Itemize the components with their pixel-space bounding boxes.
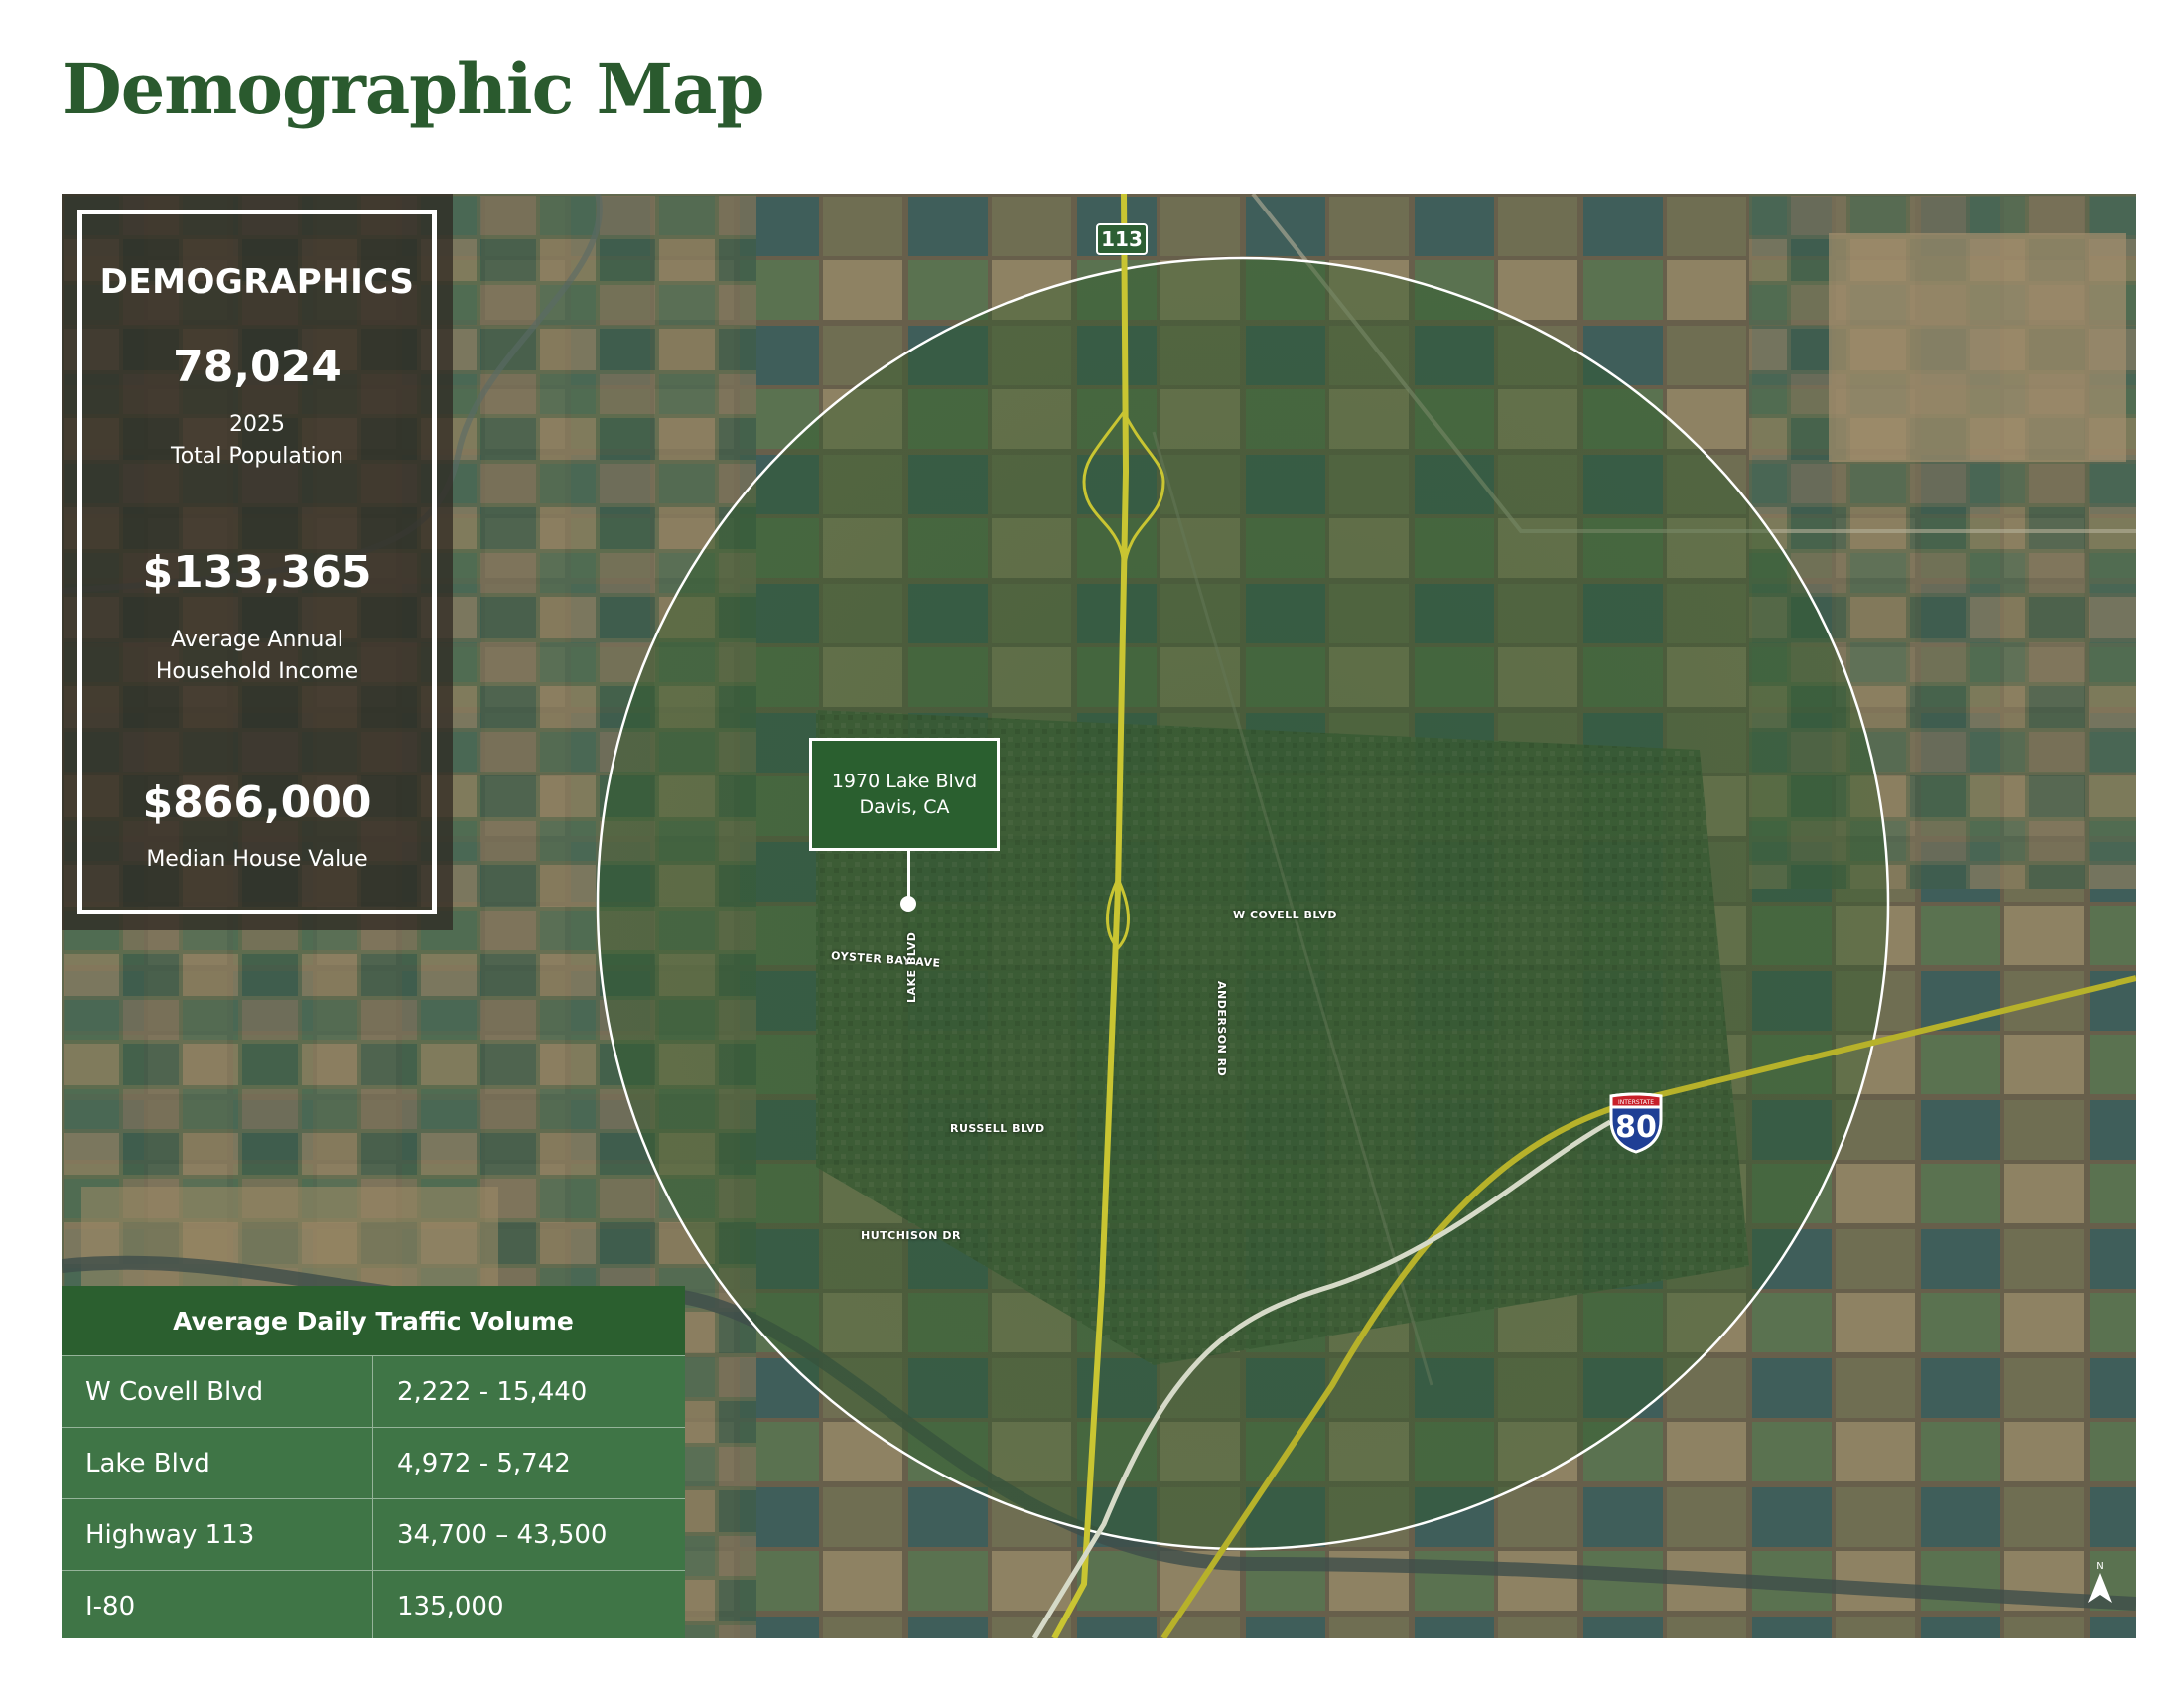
location-address: 1970 Lake Blvd bbox=[831, 771, 978, 792]
traffic-volume: 34,700 – 43,500 bbox=[397, 1519, 608, 1550]
page-title: Demographic Map bbox=[62, 48, 764, 130]
street-label-lake: LAKE BLVD bbox=[905, 931, 918, 1003]
demographics-panel: DEMOGRAPHICS 78,024 2025 Total Populatio… bbox=[62, 194, 453, 930]
road-name: I-80 bbox=[62, 1571, 373, 1638]
north-arrow: N bbox=[2085, 1559, 2115, 1607]
north-label: N bbox=[2096, 1561, 2103, 1572]
table-row: Highway 113 34,700 – 43,500 bbox=[62, 1498, 685, 1570]
table-row: W Covell Blvd 2,222 - 15,440 bbox=[62, 1355, 685, 1427]
house-value: $866,000 bbox=[142, 777, 372, 828]
aerial-map[interactable]: 113 INTERSTATE 80 W COVELL BLVD OYSTER B… bbox=[62, 194, 2136, 1638]
income-label-line2: Household Income bbox=[155, 659, 359, 684]
traffic-table-heading: Average Daily Traffic Volume bbox=[62, 1286, 685, 1355]
table-row: I-80 135,000 bbox=[62, 1570, 685, 1638]
interstate-number: 80 bbox=[1615, 1110, 1657, 1145]
interstate-80-shield: INTERSTATE 80 bbox=[1607, 1092, 1665, 1154]
road-name: Highway 113 bbox=[62, 1499, 373, 1570]
street-label-hutchison: HUTCHISON DR bbox=[861, 1229, 961, 1242]
population-label: Total Population bbox=[171, 444, 343, 469]
demographics-frame: DEMOGRAPHICS 78,024 2025 Total Populatio… bbox=[77, 210, 437, 914]
traffic-volume: 2,222 - 15,440 bbox=[397, 1376, 588, 1407]
road-name: W Covell Blvd bbox=[62, 1356, 373, 1427]
page: Demographic Map 113 INTERSTATE 80 W COVE… bbox=[0, 0, 2184, 1688]
location-pin-icon[interactable] bbox=[900, 896, 916, 912]
income-label-line1: Average Annual bbox=[171, 628, 343, 652]
traffic-volume: 4,972 - 5,742 bbox=[397, 1448, 571, 1478]
income-value: $133,365 bbox=[142, 547, 372, 598]
location-city: Davis, CA bbox=[859, 796, 950, 818]
table-row: Lake Blvd 4,972 - 5,742 bbox=[62, 1427, 685, 1498]
road-name: Lake Blvd bbox=[62, 1428, 373, 1498]
population-value: 78,024 bbox=[173, 342, 341, 392]
street-label-russell: RUSSELL BLVD bbox=[950, 1122, 1045, 1135]
house-value-label: Median House Value bbox=[146, 847, 368, 872]
street-label-w-covell: W COVELL BLVD bbox=[1233, 909, 1337, 921]
traffic-table: Average Daily Traffic Volume W Covell Bl… bbox=[62, 1286, 685, 1638]
demographics-heading: DEMOGRAPHICS bbox=[99, 262, 415, 302]
population-year: 2025 bbox=[229, 412, 285, 437]
street-label-anderson: ANDERSON RD bbox=[1215, 981, 1228, 1077]
callout-stem bbox=[907, 851, 910, 901]
north-arrow-icon: N bbox=[2088, 1561, 2112, 1603]
highway-113-shield: 113 bbox=[1096, 223, 1148, 255]
traffic-volume: 135,000 bbox=[397, 1591, 504, 1621]
location-callout[interactable]: 1970 Lake Blvd Davis, CA bbox=[809, 738, 1000, 851]
interstate-top-label: INTERSTATE bbox=[1618, 1099, 1654, 1106]
